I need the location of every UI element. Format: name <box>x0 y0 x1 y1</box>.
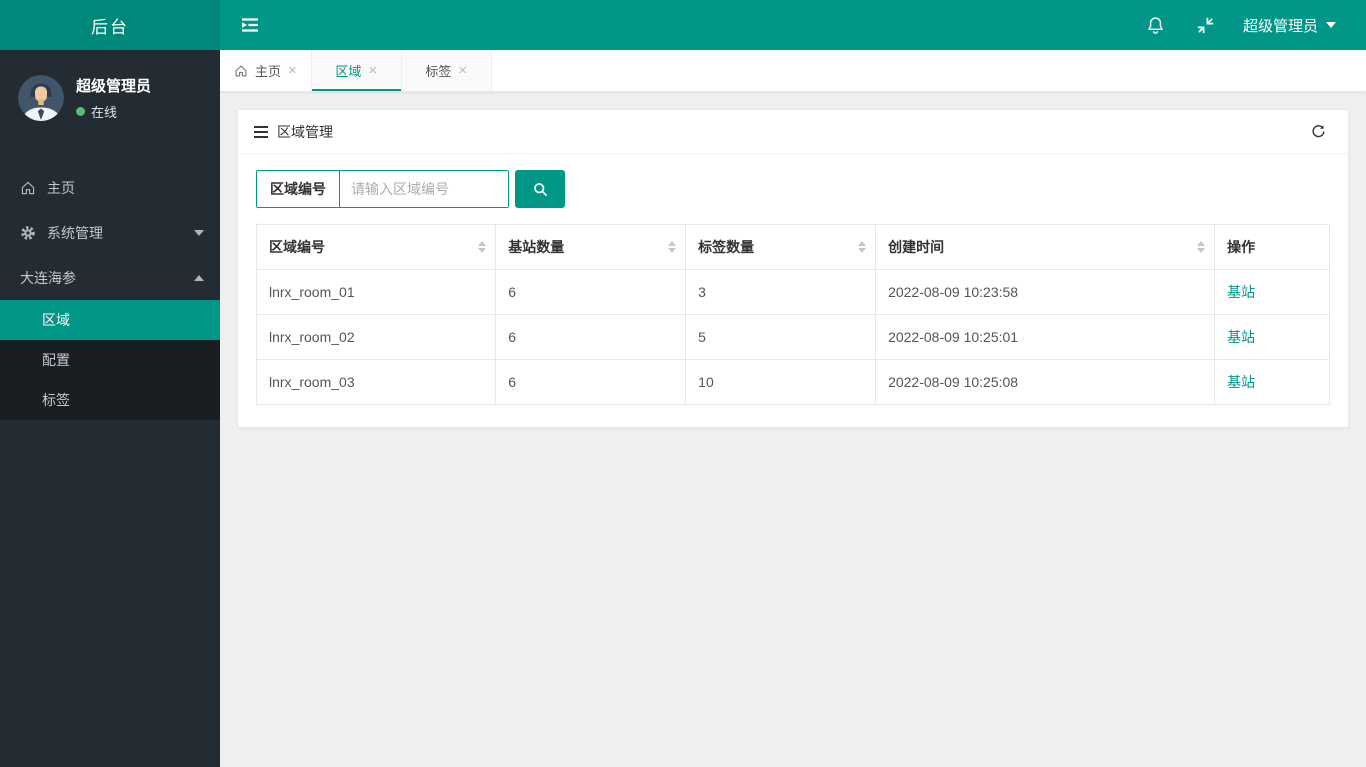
chevron-up-icon <box>194 274 204 281</box>
column-header-region-id[interactable]: 区域编号 <box>255 224 497 270</box>
panel-title: 区域管理 <box>277 123 333 140</box>
main-content: 区域管理 区域编号 请输入区域编号 区域编号 基站数量 标签数量 创建时间 操作… <box>220 92 1366 767</box>
tab-bar: 主页 × 区域 × 标签 × <box>220 50 1366 92</box>
panel-header: 区域管理 <box>238 110 1348 154</box>
search-input[interactable] <box>340 171 508 207</box>
tab-label: 标签 <box>425 64 452 79</box>
top-bar-main: 超级管理员 <box>220 0 1366 50</box>
avatar[interactable] <box>18 75 64 121</box>
user-status: 在线 <box>76 102 151 121</box>
home-icon <box>20 180 36 196</box>
sidebar-submenu: 区域 配置 标签 <box>0 300 220 420</box>
cell-base-station-count: 6 <box>495 314 687 360</box>
cell-created-at: 2022-08-09 10:23:58 <box>875 269 1216 315</box>
sidebar-toggle-icon <box>242 18 258 32</box>
base-station-link[interactable]: 基站 <box>1227 284 1255 300</box>
caret-down-icon <box>1326 22 1336 28</box>
cell-created-at: 2022-08-09 10:25:08 <box>875 359 1216 405</box>
table-row: lnrx_room_03 6 10 2022-08-09 10:25:08 基站 <box>255 359 1330 405</box>
sidebar-toggle-button[interactable] <box>220 0 280 50</box>
tab-tag[interactable]: 标签 × <box>401 50 492 91</box>
sidebar-menu: 主页 系统管理 大连海参 区域 配置 标签 <box>0 165 220 420</box>
table-header-row: 区域编号 基站数量 标签数量 创建时间 操作 <box>255 224 1330 270</box>
cell-tag-count: 5 <box>685 314 877 360</box>
cell-region-id: lnrx_room_02 <box>255 314 497 360</box>
refresh-button[interactable] <box>1304 118 1332 146</box>
cell-tag-count: 10 <box>685 359 877 405</box>
sidebar-item-system-management[interactable]: 系统管理 <box>0 210 220 255</box>
close-icon[interactable]: × <box>288 63 297 78</box>
sidebar-item-home[interactable]: 主页 <box>0 165 220 210</box>
fullscreen-button[interactable] <box>1181 0 1231 50</box>
top-bar: 后台 超级管理员 <box>0 0 1366 50</box>
tab-label: 主页 <box>255 64 282 79</box>
user-dropdown-label: 超级管理员 <box>1242 17 1318 35</box>
cell-region-id: lnrx_room_03 <box>255 359 497 405</box>
sidebar-subitem-region[interactable]: 区域 <box>0 300 220 340</box>
top-bar-actions: 超级管理员 <box>1131 0 1366 50</box>
tab-region[interactable]: 区域 × <box>311 50 402 91</box>
search-button[interactable] <box>515 170 565 208</box>
user-dropdown[interactable]: 超级管理员 <box>1231 0 1366 50</box>
sort-icon[interactable] <box>668 241 677 253</box>
sidebar-item-label: 大连海参 <box>20 269 76 286</box>
close-icon[interactable]: × <box>458 63 467 78</box>
cell-created-at: 2022-08-09 10:25:01 <box>875 314 1216 360</box>
column-header-created-at[interactable]: 创建时间 <box>875 224 1216 270</box>
sidebar-user-panel: 超级管理员 在线 <box>0 50 220 143</box>
region-management-panel: 区域管理 区域编号 请输入区域编号 区域编号 基站数量 标签数量 创建时间 操作… <box>237 109 1349 428</box>
panel-body: 区域编号 区域编号 <box>238 154 1348 427</box>
list-icon <box>254 125 268 138</box>
search-row: 区域编号 <box>256 170 1330 208</box>
user-name: 超级管理员 <box>76 78 152 95</box>
column-header-actions: 操作 <box>1214 224 1330 270</box>
gear-icon <box>20 225 36 241</box>
sort-icon[interactable] <box>1197 241 1206 253</box>
sort-icon[interactable] <box>478 241 487 253</box>
sidebar-subitem-tag[interactable]: 标签 <box>0 380 220 420</box>
close-icon[interactable]: × <box>368 63 377 78</box>
online-status-dot <box>76 107 85 116</box>
online-status-text: 在线 <box>91 105 118 120</box>
cell-tag-count: 3 <box>685 269 877 315</box>
cell-actions: 基站 <box>1214 359 1330 405</box>
notifications-button[interactable] <box>1131 0 1181 50</box>
cell-actions: 基站 <box>1214 269 1330 315</box>
home-icon <box>235 65 247 76</box>
cell-base-station-count: 6 <box>495 269 687 315</box>
table-row: lnrx_room_01 6 3 2022-08-09 10:23:58 基站 <box>255 269 1330 315</box>
search-icon <box>533 182 547 196</box>
sidebar-item-dalian-haishen[interactable]: 大连海参 <box>0 255 220 300</box>
column-header-tag-count[interactable]: 标签数量 <box>685 224 877 270</box>
base-station-link[interactable]: 基站 <box>1227 329 1255 345</box>
table-row: lnrx_room_02 6 5 2022-08-09 10:25:01 基站 <box>255 314 1330 360</box>
region-table: 区域编号 基站数量 标签数量 创建时间 操作 lnrx_room_01 6 3 … <box>255 224 1330 405</box>
sidebar-item-label: 主页 <box>47 179 75 196</box>
cell-base-station-count: 6 <box>495 359 687 405</box>
app-logo: 后台 <box>0 0 220 50</box>
column-header-base-station-count[interactable]: 基站数量 <box>495 224 687 270</box>
sidebar-item-label: 系统管理 <box>47 224 103 241</box>
chevron-down-icon <box>194 229 204 236</box>
sidebar: 超级管理员 在线 主页 系统管理 大连海参 区域 配置 标签 <box>0 50 220 767</box>
sidebar-subitem-config[interactable]: 配置 <box>0 340 220 380</box>
tab-label: 区域 <box>335 64 362 79</box>
cell-region-id: lnrx_room_01 <box>255 269 497 315</box>
bell-icon <box>1148 16 1164 34</box>
search-field-label: 区域编号 <box>257 171 340 207</box>
user-info: 超级管理员 在线 <box>76 75 151 121</box>
tab-home[interactable]: 主页 × <box>220 50 312 91</box>
refresh-icon <box>1311 125 1325 138</box>
cell-actions: 基站 <box>1214 314 1330 360</box>
base-station-link[interactable]: 基站 <box>1227 374 1255 390</box>
fullscreen-compress-icon <box>1198 17 1214 33</box>
search-group: 区域编号 <box>256 170 509 208</box>
sort-icon[interactable] <box>858 241 867 253</box>
